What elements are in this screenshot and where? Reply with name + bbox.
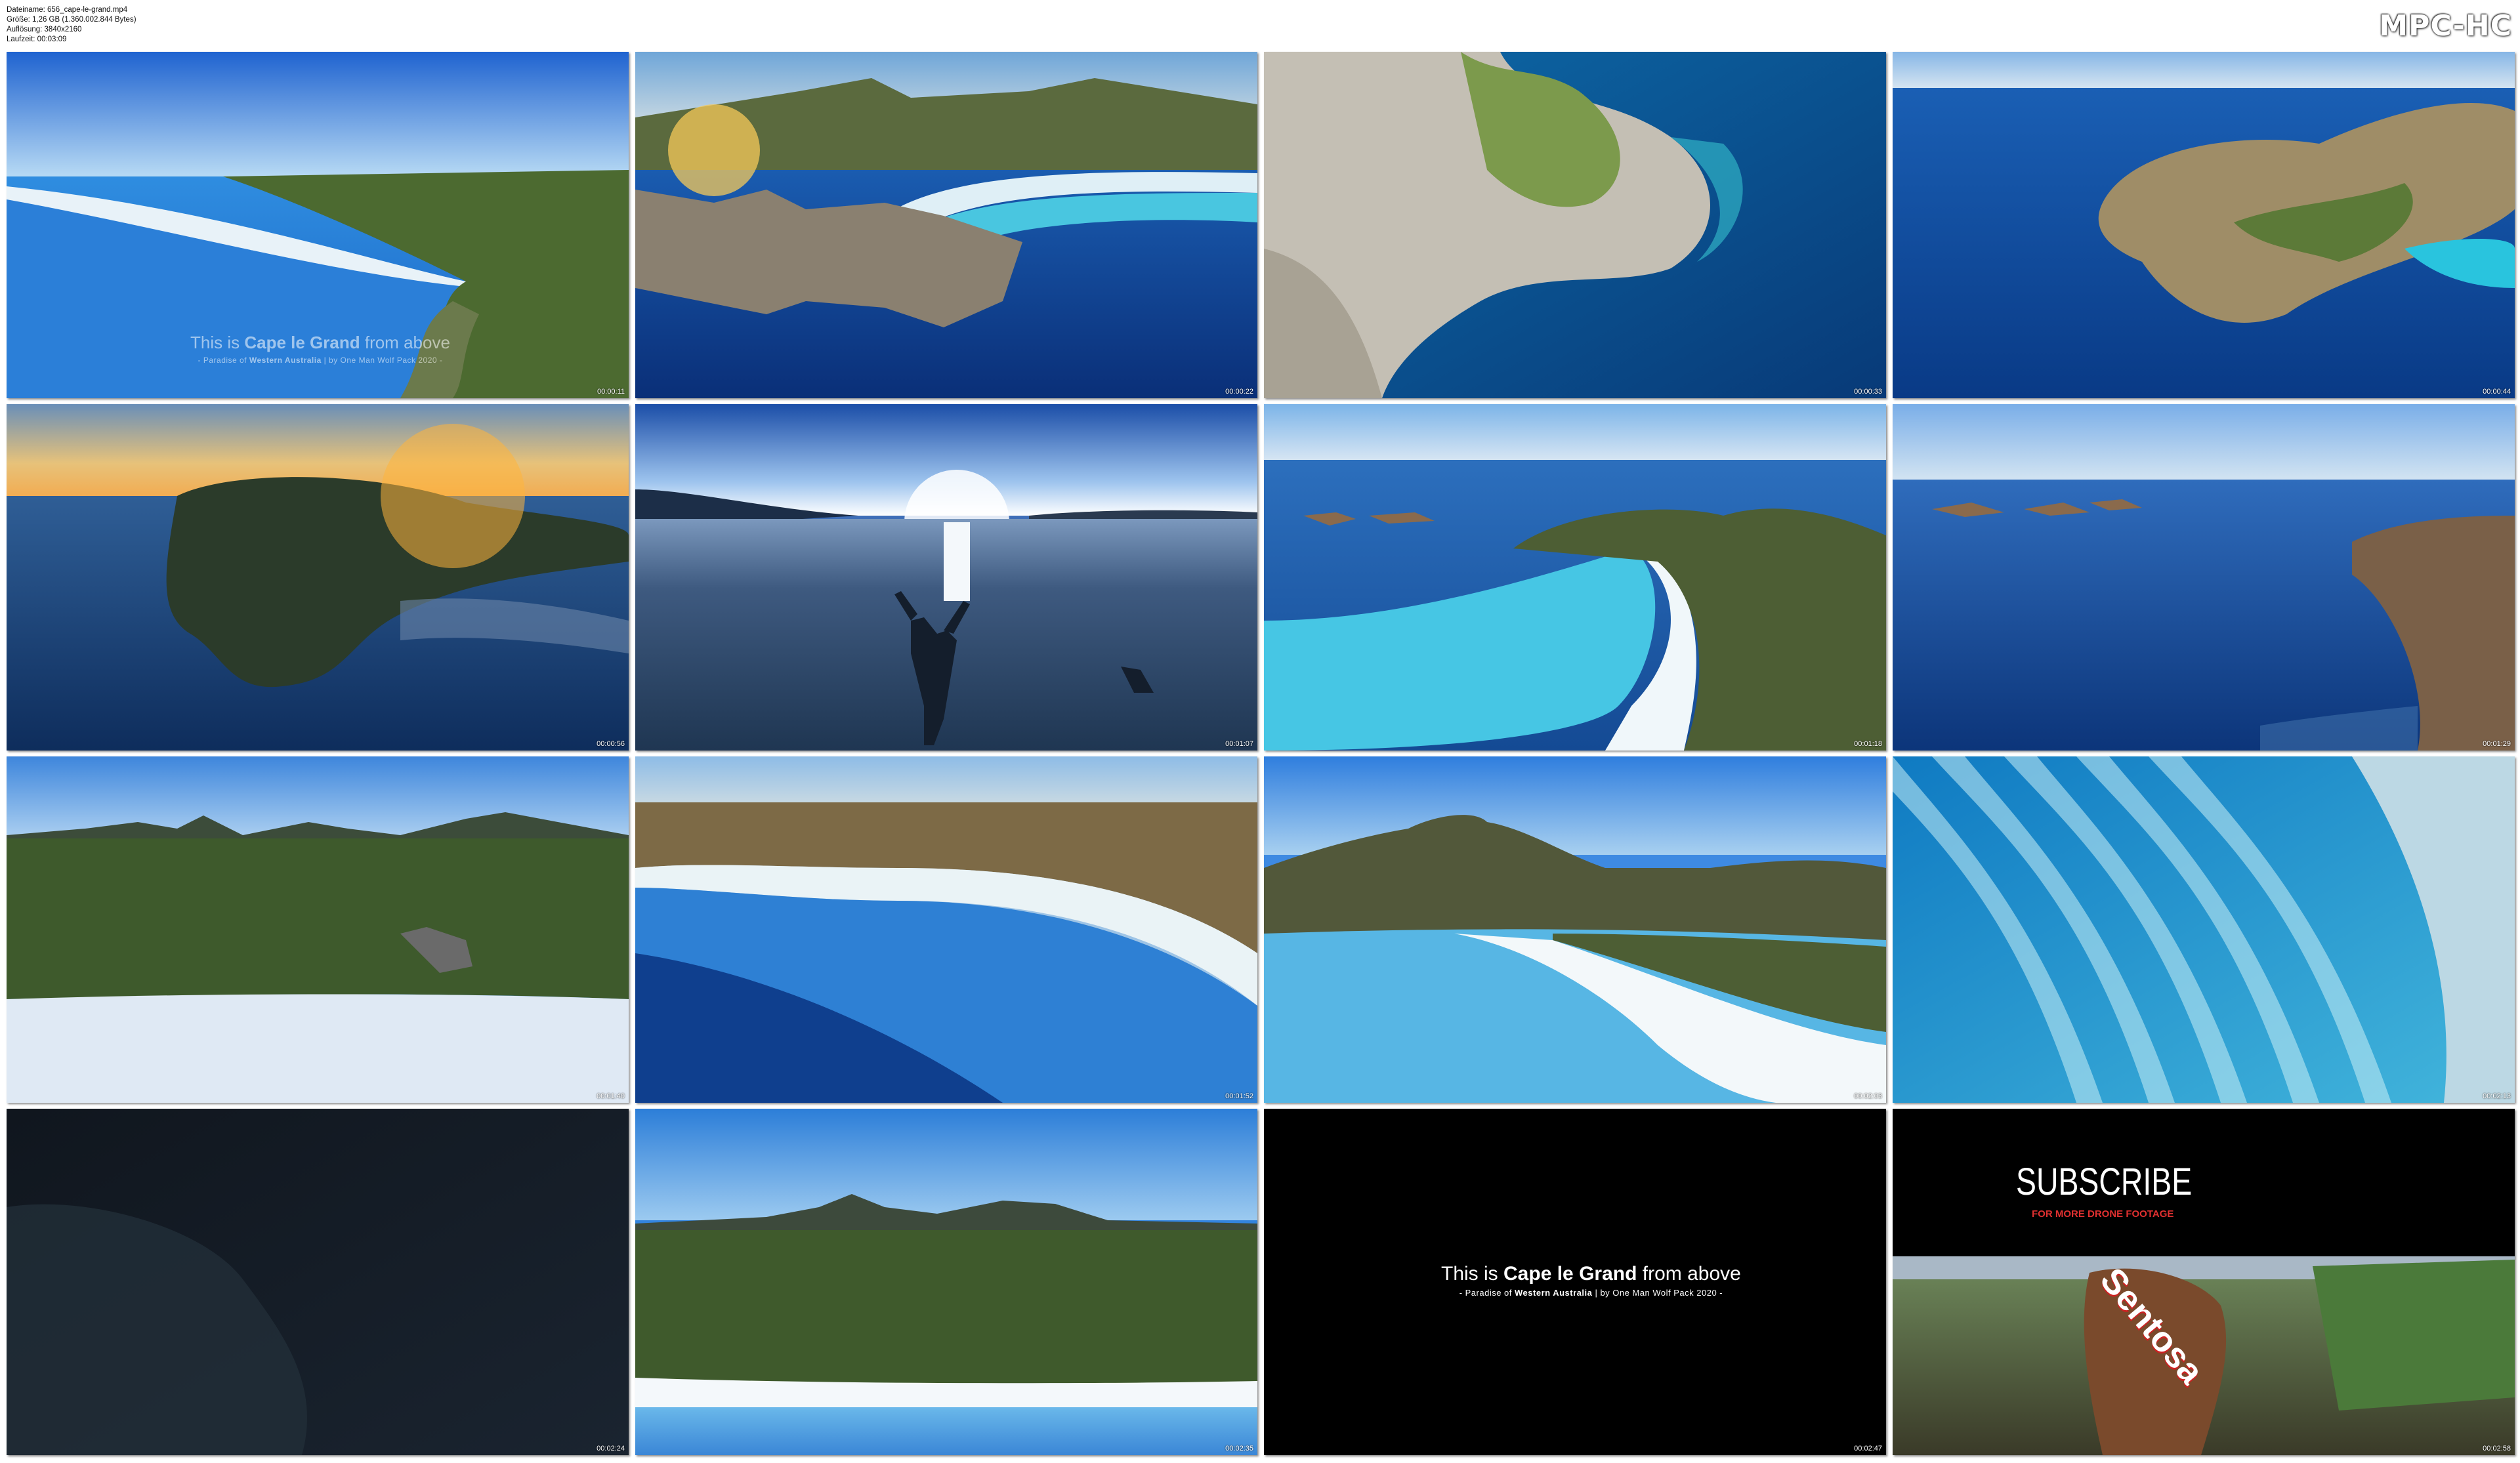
thumbnail-image bbox=[635, 404, 1257, 751]
thumbnail-image bbox=[1264, 756, 1886, 1103]
title-place-name: Cape le Grand bbox=[1503, 1263, 1643, 1285]
video-title-overlay: This is Cape le Grand from above - Paradi… bbox=[190, 333, 450, 365]
thumbnail-timestamp: 00:02:35 bbox=[1225, 1445, 1253, 1453]
subtitle-paradise: - Paradise of bbox=[198, 356, 249, 365]
thumbnail-timestamp: 00:02:03 bbox=[1854, 1092, 1882, 1100]
thumbnail-timestamp: 00:02:24 bbox=[597, 1445, 625, 1453]
thumbnail-7: 00:01:18 bbox=[1264, 404, 1886, 751]
thumbnail-timestamp: 00:02:58 bbox=[2483, 1445, 2511, 1453]
thumbnail-11: 00:02:03 bbox=[1264, 756, 1886, 1103]
thumbnail-timestamp: 00:02:13 bbox=[2483, 1092, 2511, 1100]
thumbnail-timestamp: 00:01:29 bbox=[2483, 740, 2511, 748]
thumbnail-1: This is Cape le Grand from above - Paradi… bbox=[7, 52, 629, 398]
thumbnail-image bbox=[7, 1109, 629, 1455]
thumbnail-5: 00:00:56 bbox=[7, 404, 629, 751]
file-info-block: Dateiname: 656_cape-le-grand.mp4 Größe: … bbox=[7, 5, 136, 45]
video-title-overlay: This is Cape le Grand from above - Paradi… bbox=[1441, 1263, 1741, 1298]
thumbnail-image bbox=[635, 1109, 1257, 1455]
thumbnail-timestamp: 00:00:22 bbox=[1225, 388, 1253, 396]
subtitle-region: Western Australia bbox=[1515, 1288, 1595, 1298]
thumbnail-image bbox=[1893, 52, 2515, 398]
subtitle-credit: | by One Man Wolf Pack 2020 - bbox=[1595, 1288, 1723, 1298]
thumbnail-10: 00:01:52 bbox=[635, 756, 1257, 1103]
file-duration-text: Laufzeit: 00:03:09 bbox=[7, 35, 67, 43]
video-title-line: This is Cape le Grand from above bbox=[190, 333, 450, 353]
thumbnail-grid: This is Cape le Grand from above - Paradi… bbox=[7, 52, 2515, 1456]
video-subtitle-line: - Paradise of Western Australia | by One… bbox=[1441, 1288, 1741, 1298]
thumbnail-12: 00:02:13 bbox=[1893, 756, 2515, 1103]
thumbnail-13: 00:02:24 bbox=[7, 1109, 629, 1455]
title-this-is: This is bbox=[190, 333, 245, 352]
title-from-above: from above bbox=[1642, 1263, 1741, 1285]
thumbnail-timestamp: 00:01:07 bbox=[1225, 740, 1253, 748]
video-subtitle-line: - Paradise of Western Australia | by One… bbox=[190, 356, 450, 365]
title-place-name: Cape le Grand bbox=[244, 333, 365, 352]
subscribe-tagline: FOR MORE DRONE FOOTAGE bbox=[2032, 1208, 2174, 1220]
thumbnail-timestamp: 00:00:33 bbox=[1854, 388, 1882, 396]
subtitle-credit: | by One Man Wolf Pack 2020 - bbox=[324, 356, 443, 365]
title-this-is: This is bbox=[1441, 1263, 1504, 1285]
subtitle-paradise: - Paradise of bbox=[1459, 1288, 1515, 1298]
subtitle-region: Western Australia bbox=[249, 356, 324, 365]
thumbnail-6: 00:01:07 bbox=[635, 404, 1257, 751]
thumbnail-image bbox=[635, 756, 1257, 1103]
file-size-text: Größe: 1,26 GB (1.360.002.844 Bytes) bbox=[7, 16, 136, 24]
thumbnail-timestamp: 00:01:40 bbox=[597, 1092, 625, 1100]
thumbnail-timestamp: 00:00:56 bbox=[597, 740, 625, 748]
thumbnail-9: 00:01:40 bbox=[7, 756, 629, 1103]
thumbnail-3: 00:00:33 bbox=[1264, 52, 1886, 398]
thumbnail-timestamp: 00:00:44 bbox=[2483, 388, 2511, 396]
thumbnail-image bbox=[7, 756, 629, 1103]
video-title-line: This is Cape le Grand from above bbox=[1441, 1263, 1741, 1285]
thumbnail-4: 00:00:44 bbox=[1893, 52, 2515, 398]
file-resolution-text: Auflösung: 3840x2160 bbox=[7, 26, 82, 33]
file-name-text: Dateiname: 656_cape-le-grand.mp4 bbox=[7, 6, 128, 14]
thumbnail-timestamp: 00:00:11 bbox=[597, 388, 625, 396]
thumbnail-2: 00:00:22 bbox=[635, 52, 1257, 398]
thumbnail-timestamp: 00:01:52 bbox=[1225, 1092, 1253, 1100]
thumbnail-image bbox=[1264, 404, 1886, 751]
thumbnail-8: 00:01:29 bbox=[1893, 404, 2515, 751]
thumbnail-timestamp: 00:01:18 bbox=[1854, 740, 1882, 748]
title-from-above: from above bbox=[364, 333, 450, 352]
thumbnail-image bbox=[1893, 1109, 2515, 1455]
thumbnail-image bbox=[635, 52, 1257, 398]
thumbnail-image bbox=[1893, 756, 2515, 1103]
subscribe-headline: SUBSCRIBE bbox=[2016, 1161, 2193, 1203]
thumbnail-image bbox=[7, 404, 629, 751]
thumbnail-image bbox=[1893, 404, 2515, 751]
thumbnail-14: 00:02:35 bbox=[635, 1109, 1257, 1455]
thumbnail-15: This is Cape le Grand from above - Paradi… bbox=[1264, 1109, 1886, 1455]
thumbnail-timestamp: 00:02:47 bbox=[1854, 1445, 1882, 1453]
thumbnail-image bbox=[1264, 52, 1886, 398]
mpc-hc-logo: MPC-HC bbox=[2379, 9, 2512, 43]
thumbnail-16: SUBSCRIBE FOR MORE DRONE FOOTAGE Sentosa 00… bbox=[1893, 1109, 2515, 1455]
